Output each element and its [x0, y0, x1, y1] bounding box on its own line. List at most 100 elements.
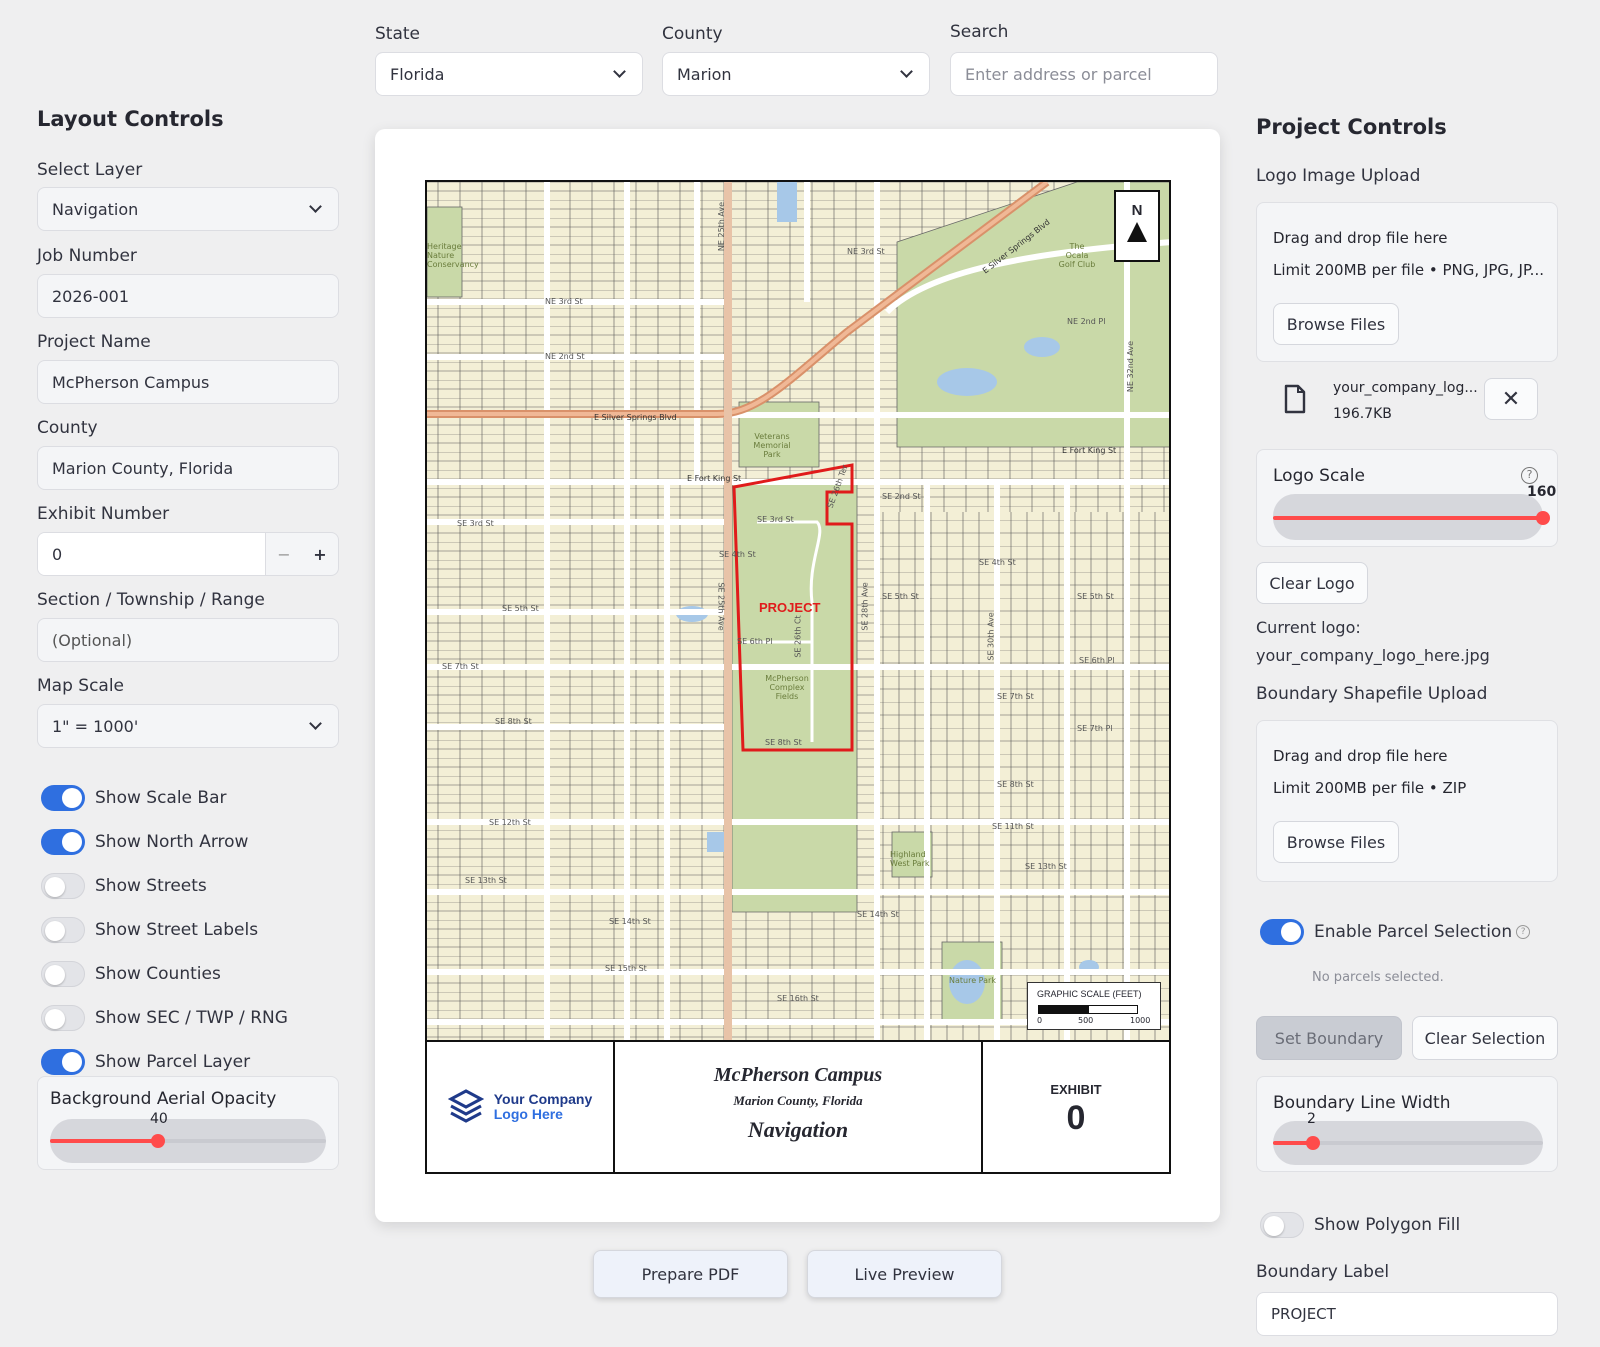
toggle-switch[interactable]: [41, 961, 85, 987]
limit-text: Limit 200MB per file • PNG, JPG, JP...: [1273, 261, 1544, 279]
toggle-switch[interactable]: [41, 917, 85, 943]
street-label: NE 2nd Pl: [1067, 317, 1106, 326]
street-label: SE 26th Ct: [793, 615, 803, 658]
show-street-labels-toggle[interactable]: Show Street Labels: [41, 908, 288, 952]
boundary-label-value: PROJECT: [1271, 1305, 1336, 1323]
map-scale-dropdown[interactable]: 1" = 1000': [37, 704, 339, 748]
help-icon[interactable]: ?: [1516, 925, 1531, 939]
north-arrow: N: [1114, 190, 1160, 262]
uploaded-file: your_company_log... 196.7KB ✕: [1256, 372, 1558, 428]
opacity-slider-fill: [50, 1139, 160, 1143]
street-label: SE 11th St: [992, 822, 1034, 831]
opacity-value: 40: [150, 1111, 168, 1127]
scale-bar-black: [1038, 1005, 1088, 1014]
street-label: SE 28th Ave: [860, 582, 870, 631]
enable-parcel-selection-toggle[interactable]: Enable Parcel Selection ?: [1260, 919, 1531, 945]
browse-files-button[interactable]: Browse Files: [1273, 303, 1399, 345]
show-streets-toggle[interactable]: Show Streets: [41, 864, 288, 908]
decrement-button[interactable]: −: [266, 545, 302, 564]
toggle-switch[interactable]: [41, 829, 85, 855]
search-input[interactable]: Enter address or parcel: [950, 52, 1218, 96]
street-label: SE 4th St: [719, 550, 756, 559]
logo-scale-card: Logo Scale ? 160: [1256, 449, 1558, 547]
toggle-label: Show Scale Bar: [95, 788, 227, 808]
logo-line1: Your Company: [493, 1091, 593, 1107]
show-sec-twp-rng-toggle[interactable]: Show SEC / TWP / RNG: [41, 996, 288, 1040]
toggle-switch[interactable]: [41, 1005, 85, 1031]
increment-button[interactable]: +: [302, 545, 338, 564]
boundary-dropzone[interactable]: Drag and drop file here Limit 200MB per …: [1256, 720, 1558, 882]
county-value: Marion: [677, 64, 732, 84]
toggle-label: Show Streets: [95, 876, 207, 896]
street-label: SE 3rd St: [457, 519, 494, 528]
project-controls-title: Project Controls: [1256, 115, 1447, 139]
state-select[interactable]: Florida: [375, 52, 643, 96]
no-parcels-text: No parcels selected.: [1312, 970, 1444, 985]
logo-scale-slider-thumb[interactable]: [1536, 511, 1550, 525]
show-polygon-fill-toggle[interactable]: Show Polygon Fill: [1260, 1212, 1460, 1238]
clear-selection-button[interactable]: Clear Selection: [1412, 1016, 1558, 1060]
stack-logo-icon: [447, 1089, 484, 1123]
toggle-label: Show Street Labels: [95, 920, 259, 940]
toggle-switch[interactable]: [41, 785, 85, 811]
exhibit-number-value: 0: [52, 544, 63, 564]
show-scale-bar-toggle[interactable]: Show Scale Bar: [41, 776, 288, 820]
scale-tick: 1000: [1130, 1016, 1151, 1025]
help-icon[interactable]: ?: [1521, 467, 1538, 484]
logo-line2: Logo Here: [493, 1106, 563, 1122]
browse-files-button-2[interactable]: Browse Files: [1273, 821, 1399, 863]
logo-dropzone[interactable]: Drag and drop file here Limit 200MB per …: [1256, 202, 1558, 362]
map-frame[interactable]: E Silver Springs Blvd E Silver Springs B…: [425, 180, 1171, 1042]
north-label: N: [1131, 202, 1143, 219]
str-input[interactable]: (Optional): [37, 618, 339, 662]
street-label: SE 13th St: [1025, 862, 1067, 871]
place-label: Heritage Nature Conservancy: [427, 242, 479, 269]
job-number-value: 2026-001: [52, 286, 130, 306]
chevron-down-icon: [309, 200, 322, 213]
select-layer-dropdown[interactable]: Navigation: [37, 187, 339, 231]
set-boundary-button[interactable]: Set Boundary: [1256, 1016, 1402, 1060]
job-number-input[interactable]: 2026-001: [37, 274, 339, 318]
boundary-label-input[interactable]: PROJECT: [1256, 1292, 1558, 1336]
street-label: SE 4th St: [979, 558, 1016, 567]
remove-file-button[interactable]: ✕: [1484, 378, 1538, 420]
logo-scale-label: Logo Scale: [1273, 466, 1365, 486]
search-placeholder: Enter address or parcel: [965, 64, 1152, 84]
street-label: SE 7th St: [997, 692, 1034, 701]
drag-text: Drag and drop file here: [1273, 229, 1448, 247]
clear-logo-button[interactable]: Clear Logo: [1256, 562, 1368, 604]
live-preview-button[interactable]: Live Preview: [807, 1250, 1002, 1298]
opacity-card: Background Aerial Opacity 40: [37, 1076, 339, 1170]
street-label: NE 32nd Ave: [1126, 340, 1136, 393]
logo-scale-slider-fill[interactable]: [1273, 516, 1543, 520]
exhibit-number-input[interactable]: 0: [38, 533, 266, 575]
show-north-arrow-toggle[interactable]: Show North Arrow: [41, 820, 288, 864]
toggle-switch[interactable]: [41, 1049, 85, 1075]
line-width-slider-thumb[interactable]: [1306, 1136, 1320, 1150]
exhibit-number-stepper[interactable]: 0 − +: [37, 532, 339, 576]
street-label: SE 15th St: [605, 964, 647, 973]
scale-bar-white: [1088, 1005, 1138, 1014]
show-counties-toggle[interactable]: Show Counties: [41, 952, 288, 996]
county-top-label: County: [662, 24, 723, 44]
toggle-switch[interactable]: [41, 873, 85, 899]
file-icon: [1284, 384, 1306, 414]
chevron-down-icon: [309, 717, 322, 730]
street-label: SE 8th St: [495, 717, 532, 726]
prepare-pdf-button[interactable]: Prepare PDF: [593, 1250, 788, 1298]
boundary-drag-text: Drag and drop file here: [1273, 747, 1448, 765]
street-label: NE 2nd St: [545, 352, 585, 361]
county-select[interactable]: Marion: [662, 52, 930, 96]
toggle-switch[interactable]: [1260, 1212, 1304, 1238]
opacity-slider-thumb[interactable]: [151, 1134, 165, 1148]
county-input[interactable]: Marion County, Florida: [37, 446, 339, 490]
tb-layer: Navigation: [747, 1117, 849, 1142]
toggle-label: Show SEC / TWP / RNG: [95, 1008, 288, 1028]
street-label: SE 14th St: [609, 917, 651, 926]
street-label: E Fort King St: [1062, 446, 1117, 455]
street-label: E Silver Springs Blvd: [594, 413, 677, 422]
project-name-input[interactable]: McPherson Campus: [37, 360, 339, 404]
toggle-list: Show Scale Bar Show North Arrow Show Str…: [41, 776, 288, 1084]
toggle-switch[interactable]: [1260, 919, 1304, 945]
parcel-selection-label: Enable Parcel Selection: [1314, 922, 1513, 942]
